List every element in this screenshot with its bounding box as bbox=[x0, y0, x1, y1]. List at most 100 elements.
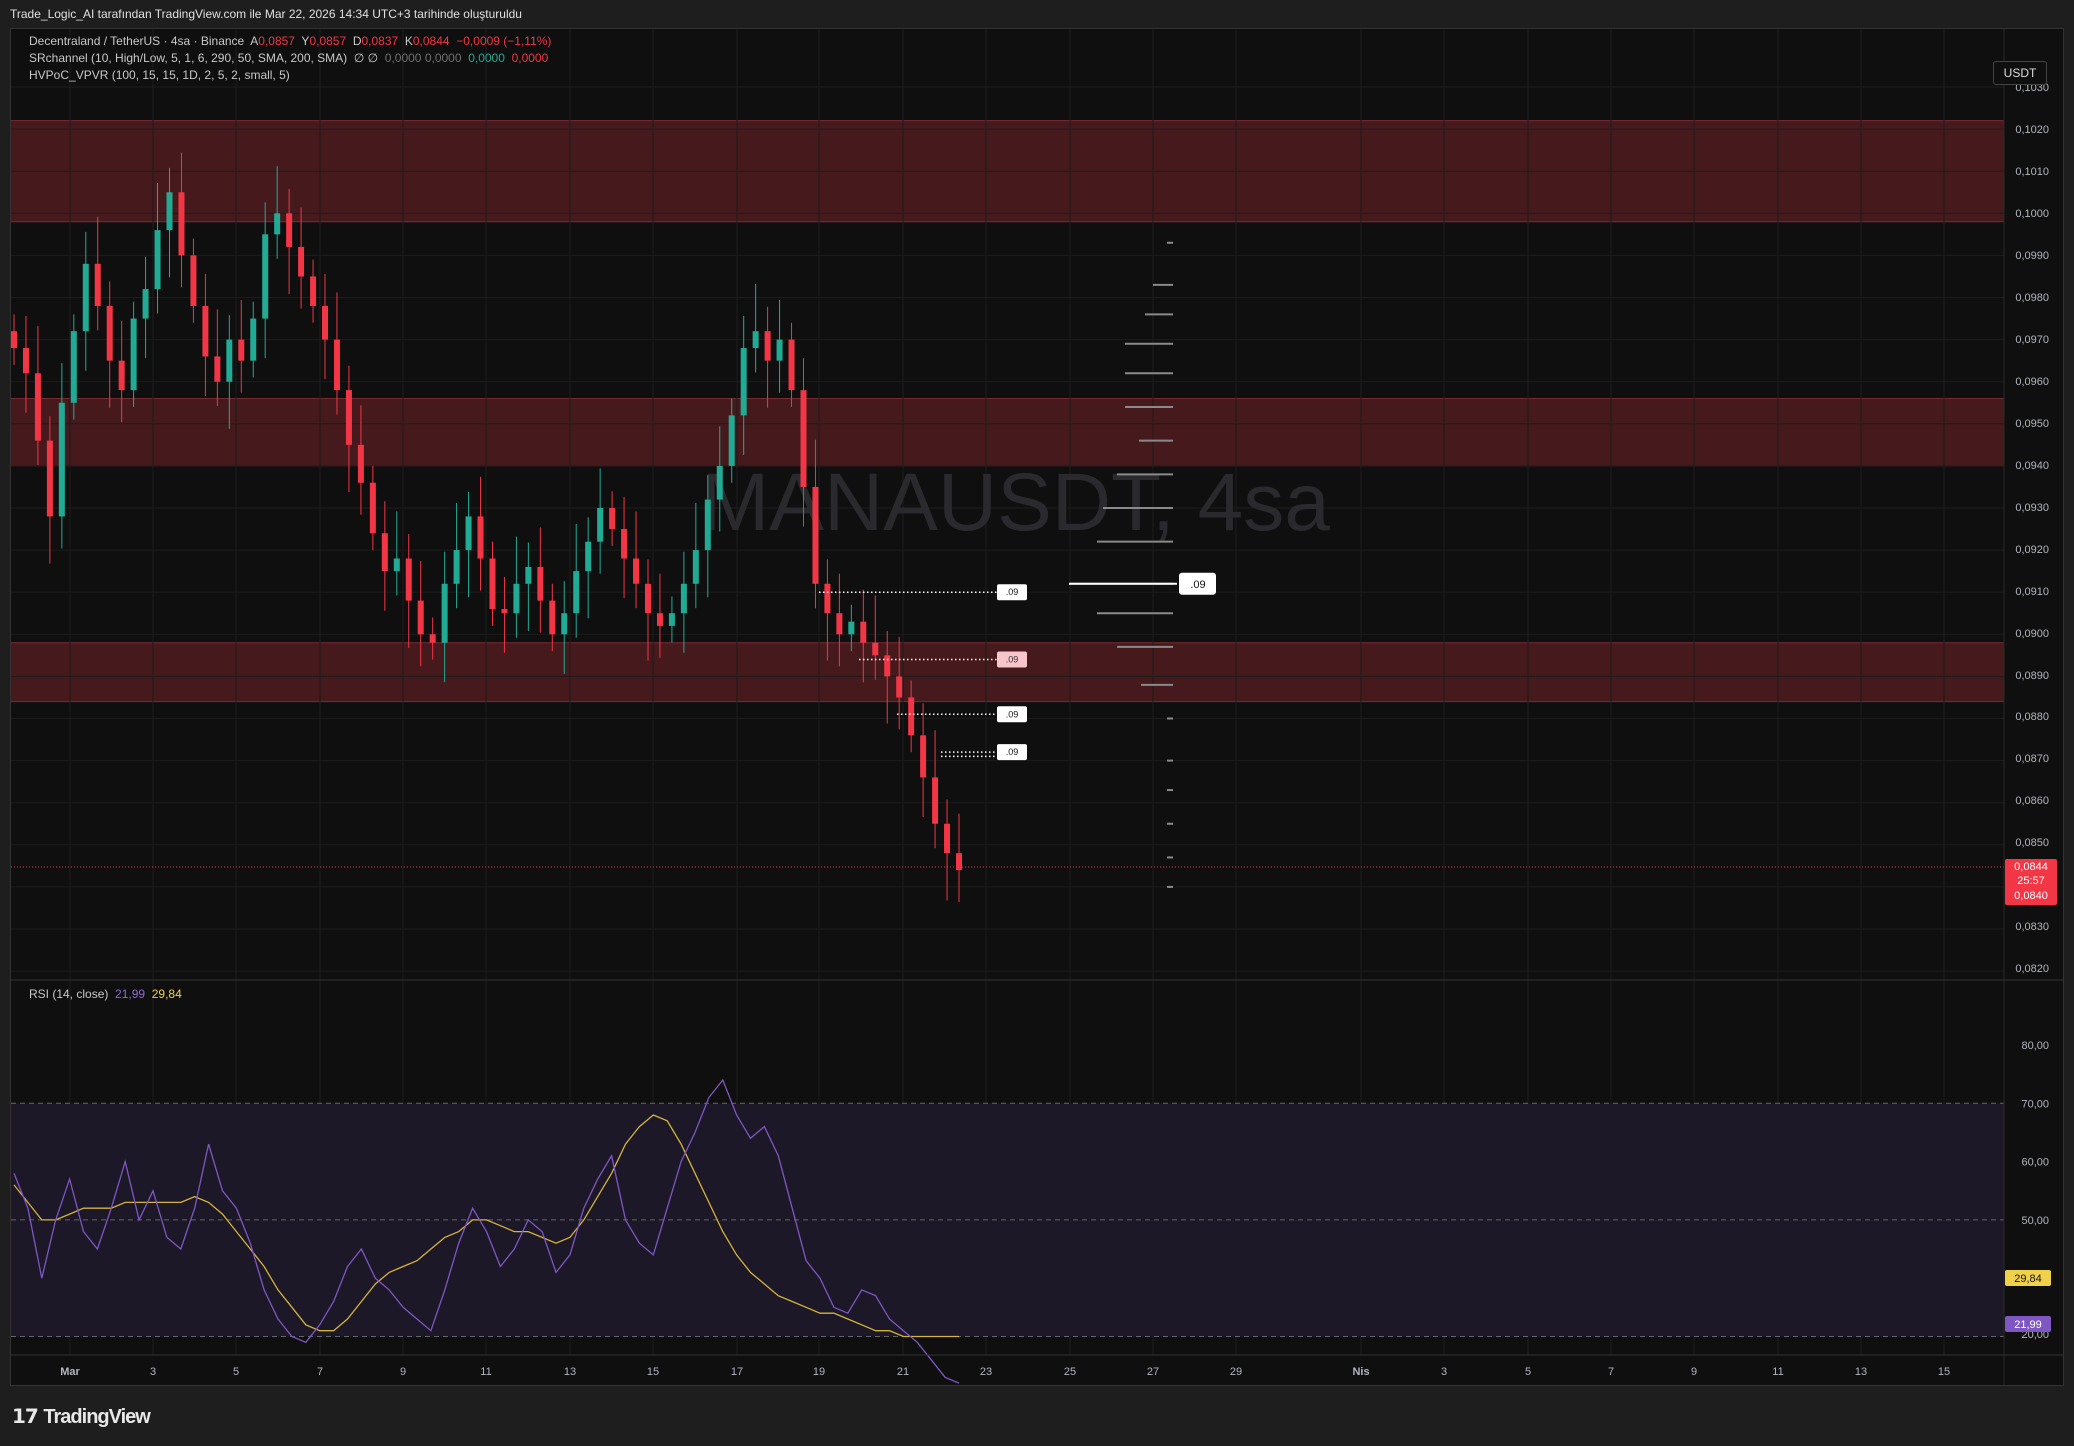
candle-body bbox=[286, 213, 293, 247]
candle-body bbox=[94, 263, 101, 306]
time-axis-label: 21 bbox=[897, 1366, 909, 1378]
price-axis-label: 0,0980 bbox=[2015, 292, 2049, 304]
rsi-ma-value: 29,84 bbox=[151, 987, 182, 1001]
price-axis-label: 0,0860 bbox=[2015, 795, 2049, 807]
candle-body bbox=[357, 444, 364, 483]
candle-body bbox=[812, 486, 819, 584]
candle-body bbox=[656, 613, 663, 626]
candle-body bbox=[537, 566, 544, 601]
candle-body bbox=[573, 571, 580, 614]
srchannel-green: 0,0000 bbox=[468, 51, 505, 65]
time-axis-label: Mar bbox=[60, 1366, 80, 1378]
time-axis-label: 25 bbox=[1064, 1366, 1076, 1378]
price-axis-label: 0,1020 bbox=[2015, 124, 2049, 136]
candle-body bbox=[896, 676, 903, 698]
price-axis-label: 0,1010 bbox=[2015, 166, 2049, 178]
candle-body bbox=[226, 339, 233, 382]
candle-body bbox=[776, 339, 783, 361]
resistance-zones bbox=[11, 120, 2004, 703]
legend-hvpoc[interactable]: HVPoC_VPVR (100, 15, 15, 1D, 2, 5, 2, sm… bbox=[29, 68, 290, 82]
price-axis-label: 0,0970 bbox=[2015, 334, 2049, 346]
candle-body bbox=[956, 853, 962, 871]
candle-body bbox=[788, 339, 795, 391]
candle-body bbox=[11, 331, 17, 349]
rsi-ma-tag-text: 29,84 bbox=[2014, 1273, 2042, 1285]
candle-body bbox=[884, 655, 891, 677]
srchannel-gray: 0,0000 0,0000 bbox=[384, 51, 462, 65]
chart-canvas[interactable]: MANAUSDT, 4sa .09 .09.09.09.09 0,10300,1… bbox=[11, 29, 2063, 1385]
time-axis-label: 11 bbox=[480, 1366, 491, 1378]
candle-body bbox=[561, 613, 568, 635]
candle-body bbox=[441, 583, 448, 643]
candle-body bbox=[142, 289, 149, 319]
candle-body bbox=[154, 230, 161, 290]
candle-body bbox=[668, 613, 675, 626]
rsi-pane bbox=[11, 1078, 2004, 1384]
price-axis-label: 0,0960 bbox=[2015, 376, 2049, 388]
candle-body bbox=[824, 583, 831, 614]
candle-body bbox=[202, 305, 209, 357]
vpvr-poc-label: .09 bbox=[1190, 579, 1205, 591]
legend-srchannel[interactable]: SRchannel (10, High/Low, 5, 1, 6, 290, 5… bbox=[29, 51, 548, 65]
candle-body bbox=[166, 192, 173, 231]
time-axis-label: 9 bbox=[400, 1366, 406, 1378]
legend-close: 0,0844 bbox=[412, 34, 450, 48]
candle-body bbox=[333, 339, 340, 391]
time-axis-label: 3 bbox=[150, 1366, 156, 1378]
candle-body bbox=[82, 263, 89, 332]
candle-body bbox=[453, 550, 460, 584]
candle-body bbox=[872, 642, 879, 656]
time-axis-label: 15 bbox=[1938, 1366, 1950, 1378]
time-axis-label: 19 bbox=[813, 1366, 825, 1378]
candle-body bbox=[728, 415, 735, 466]
candle-body bbox=[597, 508, 604, 542]
legend-close-key: K bbox=[404, 34, 413, 48]
srchannel-label: SRchannel (10, High/Low, 5, 1, 6, 290, 5… bbox=[29, 51, 348, 65]
candle-body bbox=[214, 356, 221, 382]
tradingview-logo[interactable]: 𝟭𝟳 TradingView bbox=[12, 1404, 151, 1429]
legend-rsi[interactable]: RSI (14, close) 21,99 29,84 bbox=[29, 987, 182, 1001]
candle-body bbox=[836, 613, 843, 635]
candle-body bbox=[633, 558, 640, 584]
rsi-axis-label: 60,00 bbox=[2021, 1157, 2049, 1169]
rsi-axis-label: 50,00 bbox=[2021, 1215, 2049, 1227]
rsi-tag-text: 21,99 bbox=[2014, 1319, 2042, 1331]
candle-body bbox=[70, 331, 77, 403]
candle-body bbox=[920, 735, 927, 778]
candle-body bbox=[118, 360, 125, 391]
candle-body bbox=[238, 339, 245, 361]
srchannel-nulls: ∅ ∅ bbox=[353, 51, 379, 65]
legend-open: 0,0857 bbox=[258, 34, 295, 48]
candle-body bbox=[178, 192, 185, 256]
candle-body bbox=[489, 558, 496, 610]
candle-body bbox=[764, 331, 771, 361]
price-tag-low: 0,0840 bbox=[2014, 890, 2048, 902]
price-axis-label: 0,0890 bbox=[2015, 670, 2049, 682]
time-axis-label: 7 bbox=[1608, 1366, 1614, 1378]
legend-main[interactable]: Decentraland / TetherUS · 4sa · Binance … bbox=[29, 34, 551, 48]
time-axis: Mar 3 5 7 9 11 13 15 17 19 21 23 25 27 29 Nis 3 5 7 9 11 13 15 bbox=[60, 1366, 1950, 1378]
candle-body bbox=[250, 318, 257, 361]
candle-body bbox=[740, 348, 747, 416]
candle-body bbox=[369, 482, 376, 534]
time-axis-label: 13 bbox=[1855, 1366, 1867, 1378]
candle-body bbox=[190, 255, 197, 306]
candle-body bbox=[22, 348, 29, 374]
candle-body bbox=[800, 390, 807, 487]
candle-body bbox=[274, 213, 281, 235]
legend-change: −0,0009 (−1,11%) bbox=[456, 34, 552, 48]
candle-body bbox=[704, 499, 711, 551]
legend-symbol: Decentraland / TetherUS · 4sa · Binance bbox=[29, 34, 245, 48]
currency-button[interactable]: USDT bbox=[1993, 61, 2047, 85]
attribution-text: Trade_Logic_AI tarafından TradingView.co… bbox=[10, 7, 522, 21]
chart-frame[interactable]: MANAUSDT, 4sa .09 .09.09.09.09 0,1030 0,1… bbox=[10, 28, 2064, 1386]
time-axis-label: 27 bbox=[1147, 1366, 1159, 1378]
rsi-axis: 80,0070,0060,0050,0040,0020,00 bbox=[2021, 1040, 2049, 1341]
price-tag-countdown: 25:57 bbox=[2017, 875, 2045, 887]
candle-body bbox=[262, 234, 269, 319]
candle-body bbox=[860, 621, 867, 643]
candle-body bbox=[621, 529, 628, 559]
attribution-bar: Trade_Logic_AI tarafından TradingView.co… bbox=[0, 0, 2074, 28]
price-axis-label: 0,0930 bbox=[2015, 502, 2049, 514]
price-axis-label: 0,0990 bbox=[2015, 250, 2049, 262]
